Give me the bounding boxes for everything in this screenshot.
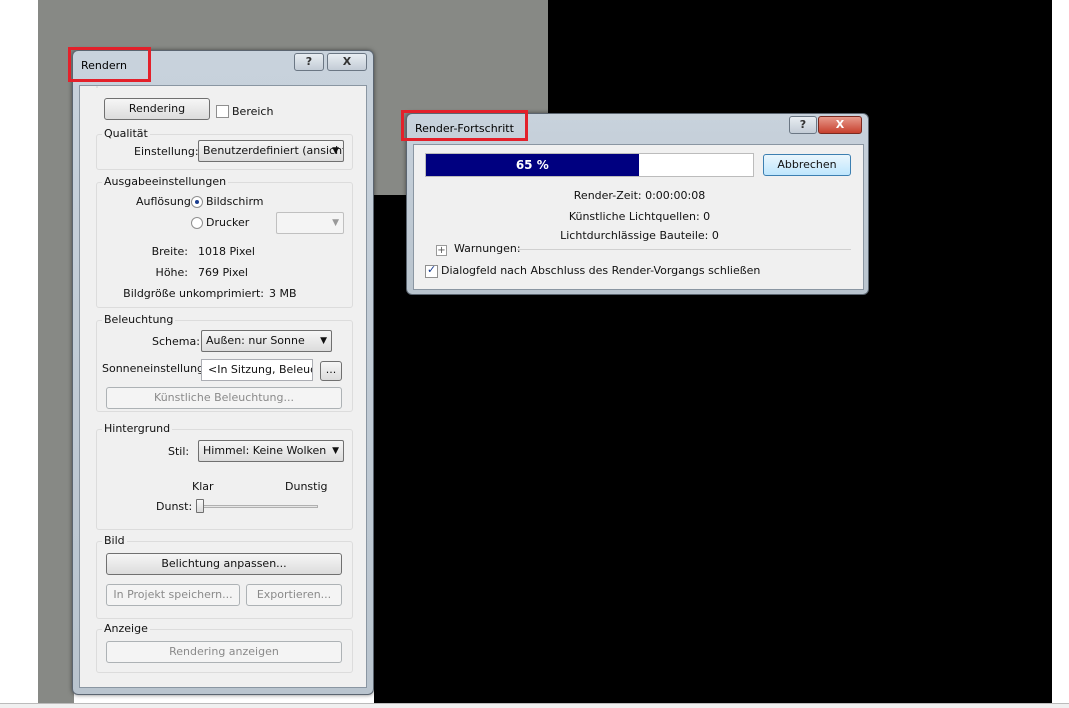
quality-group-label: Qualität	[102, 127, 150, 140]
height-value: 769 Pixel	[198, 266, 248, 279]
viewport-gray-area-lower	[38, 195, 74, 703]
lighting-scheme-label: Schema:	[152, 335, 200, 348]
resolution-printer-radio[interactable]	[191, 217, 203, 229]
chevron-down-icon: ▼	[320, 336, 327, 346]
image-size-label: Bildgröße unkomprimiert:	[123, 287, 264, 300]
width-label: Breite:	[151, 245, 188, 258]
quality-setting-value: Benutzerdefiniert (ansicht	[203, 144, 344, 157]
printer-dpi-combo[interactable]: ▼	[276, 212, 344, 234]
help-button[interactable]: ?	[789, 116, 817, 134]
sun-setting-field[interactable]: <In Sitzung, Beleucht	[201, 359, 313, 381]
adjust-exposure-button[interactable]: Belichtung anpassen...	[106, 553, 342, 575]
resolution-screen-radio[interactable]	[191, 196, 203, 208]
artificial-lights-text: Künstliche Lichtquellen: 0	[568, 210, 711, 223]
progress-dialog-body: 65 % Abbrechen Render-Zeit: 0:00:00:08 K…	[413, 144, 864, 290]
output-group-top	[96, 86, 98, 88]
render-dialog-body: Rendering Bereich Qualität Einstellung: …	[79, 85, 367, 688]
background-margin-right	[1052, 0, 1069, 708]
bereich-checkbox[interactable]	[216, 105, 229, 118]
background-style-label: Stil:	[168, 445, 190, 458]
close-icon: X	[342, 55, 352, 68]
close-on-finish-label: Dialogfeld nach Abschluss des Render-Vor…	[441, 264, 761, 277]
close-icon: X	[835, 118, 845, 131]
close-button[interactable]: X	[818, 116, 862, 134]
render-progress-bar: 65 %	[425, 153, 754, 177]
lighting-scheme-value: Außen: nur Sonne	[206, 334, 305, 347]
rendering-button[interactable]: Rendering	[104, 98, 210, 120]
width-value: 1018 Pixel	[198, 245, 255, 258]
lighting-group-label: Beleuchtung	[102, 313, 176, 326]
quality-setting-combo[interactable]: Benutzerdefiniert (ansicht ▼	[198, 140, 344, 162]
warnings-label: Warnungen:	[454, 242, 521, 255]
haze-slider-label: Dunst:	[156, 500, 193, 513]
background-margin-left	[0, 0, 38, 708]
chevron-down-icon: ▼	[332, 146, 339, 156]
save-to-project-button[interactable]: In Projekt speichern...	[106, 584, 240, 606]
help-icon: ?	[799, 118, 807, 131]
lighting-scheme-combo[interactable]: Außen: nur Sonne ▼	[201, 330, 332, 352]
translucent-parts-text: Lichtdurchlässige Bauteile: 0	[560, 229, 719, 242]
export-button[interactable]: Exportieren...	[246, 584, 342, 606]
render-progress-text: 65 %	[515, 158, 549, 172]
cancel-button[interactable]: Abbrechen	[763, 154, 851, 176]
highlight-box-progress-title	[401, 110, 528, 141]
render-canvas	[548, 0, 1052, 703]
haze-slider-thumb[interactable]	[196, 499, 204, 513]
haze-clear-label: Klar	[192, 480, 214, 493]
close-button[interactable]: X	[327, 53, 367, 71]
sun-setting-label: Sonneneinstellung:	[102, 362, 208, 375]
help-button[interactable]: ?	[294, 53, 324, 71]
resolution-screen-label: Bildschirm	[206, 195, 264, 208]
render-time-text: Render-Zeit: 0:00:00:08	[573, 189, 706, 202]
radio-selected-dot	[195, 200, 199, 204]
bereich-label: Bereich	[232, 105, 274, 118]
quality-setting-label: Einstellung:	[134, 145, 199, 158]
background-style-value: Himmel: Keine Wolken	[203, 444, 327, 457]
highlight-box-render-title	[68, 47, 151, 82]
output-group-label: Ausgabeeinstellungen	[102, 175, 229, 188]
haze-slider-track[interactable]	[198, 505, 318, 508]
background-group-label: Hintergrund	[102, 422, 173, 435]
height-label: Höhe:	[155, 266, 188, 279]
background-style-combo[interactable]: Himmel: Keine Wolken ▼	[198, 440, 344, 462]
artificial-lighting-button[interactable]: Künstliche Beleuchtung...	[106, 387, 342, 409]
chevron-down-icon: ▼	[332, 218, 339, 228]
warnings-expand-icon[interactable]: +	[436, 245, 447, 256]
haze-hazy-label: Dunstig	[285, 480, 328, 493]
image-group-label: Bild	[102, 534, 127, 547]
taskbar-strip	[0, 703, 1069, 708]
resolution-printer-label: Drucker	[206, 216, 250, 229]
help-icon: ?	[305, 55, 313, 68]
checkmark-icon: ✓	[427, 263, 437, 276]
show-rendering-button[interactable]: Rendering anzeigen	[106, 641, 342, 663]
close-on-finish-checkbox[interactable]: ✓	[425, 263, 438, 278]
sun-setting-browse-button[interactable]: ...	[320, 361, 342, 381]
image-size-value: 3 MB	[269, 287, 297, 300]
chevron-down-icon: ▼	[332, 446, 339, 456]
warnings-divider	[517, 249, 851, 250]
render-dialog: Rendern ? X Rendering Bereich Qualität E…	[72, 50, 374, 695]
resolution-label: Auflösung:	[136, 195, 195, 208]
display-group-label: Anzeige	[102, 622, 150, 635]
